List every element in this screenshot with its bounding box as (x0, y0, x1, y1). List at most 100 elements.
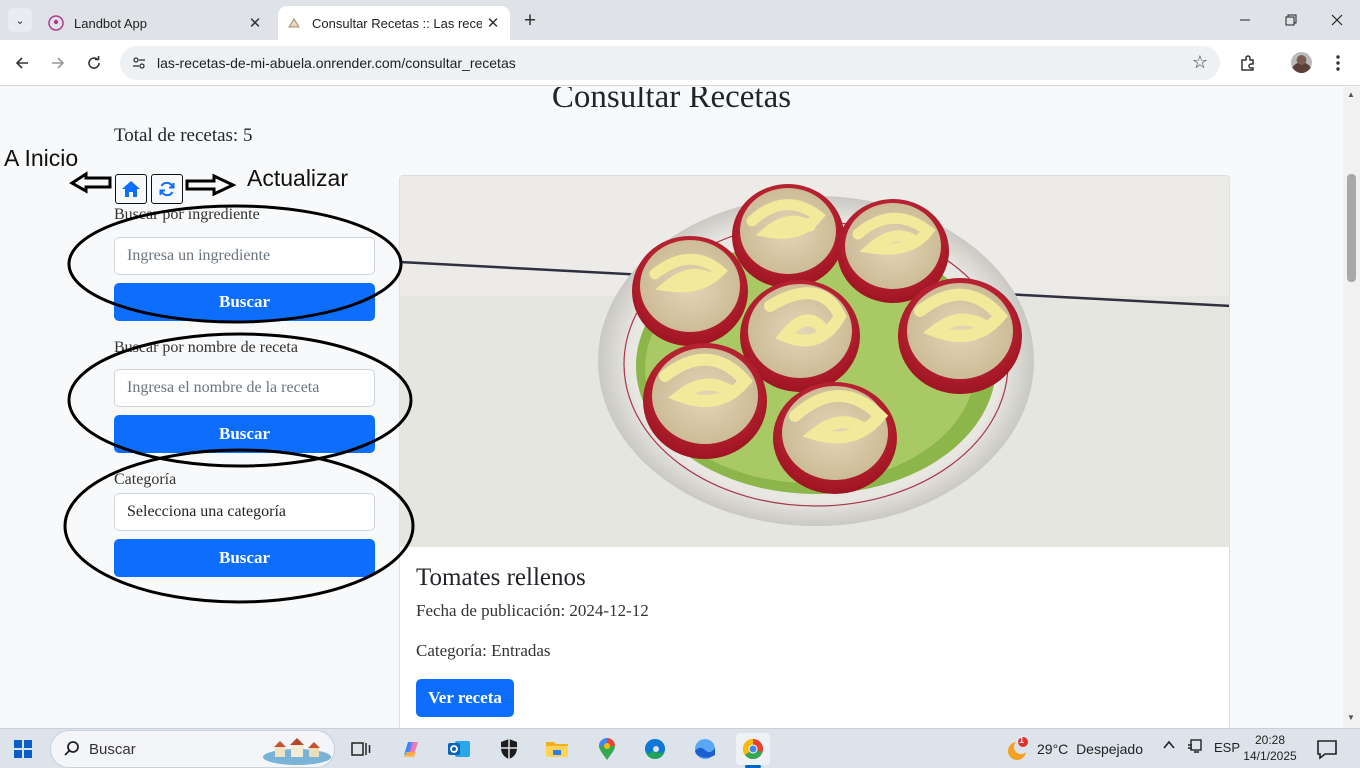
search-highlight-illustration (263, 738, 331, 765)
ingredient-search-input[interactable] (114, 237, 375, 275)
home-icon (122, 181, 140, 197)
task-view-icon (351, 742, 371, 756)
refresh-icon (159, 181, 175, 197)
bookmark-star-icon[interactable]: ☆ (1192, 52, 1208, 73)
browser-toolbar: las-recetas-de-mi-abuela.onrender.com/co… (0, 40, 1360, 86)
restore-icon (1285, 14, 1297, 26)
outlook-app[interactable] (442, 733, 476, 765)
chevron-down-icon: ⌄ (15, 14, 25, 27)
outlook-icon (448, 741, 470, 757)
tab-search-button[interactable]: ⌄ (8, 8, 32, 32)
view-recipe-button[interactable]: Ver receta (416, 679, 514, 717)
system-clock[interactable]: 20:28 14/1/2025 (1240, 732, 1300, 764)
arrow-left-icon (15, 57, 28, 69)
notifications-button[interactable] (1316, 738, 1338, 760)
recipe-category-label: Categoría: (416, 641, 487, 660)
map-pin-icon (599, 738, 615, 760)
recipe-date-value: 2024-12-12 (569, 601, 649, 620)
weather-widget[interactable]: 1 29°C Despejado (1004, 735, 1154, 762)
recipe-name-search-button[interactable]: Buscar (114, 415, 375, 453)
copilot-app[interactable] (394, 733, 428, 765)
restore-button[interactable] (1268, 0, 1314, 40)
tray-device-icon[interactable] (1187, 738, 1203, 757)
extensions-button[interactable] (1234, 49, 1262, 77)
close-icon[interactable]: ✕ (482, 12, 504, 34)
weather-temperature: 29°C Despejado (1037, 741, 1143, 757)
monitor-icon (1188, 739, 1202, 753)
file-explorer-app[interactable] (540, 733, 574, 765)
shield-icon (501, 739, 517, 759)
taskbar-search[interactable]: Buscar (50, 730, 335, 768)
reload-button[interactable] (80, 49, 108, 77)
home-button[interactable] (115, 174, 147, 204)
close-icon (1331, 14, 1343, 26)
weather-temp-value: 29°C (1037, 741, 1069, 757)
close-icon[interactable]: ✕ (244, 12, 266, 34)
plus-icon: + (523, 9, 537, 32)
ingredient-search-button[interactable]: Buscar (114, 283, 375, 321)
back-button[interactable] (8, 49, 36, 77)
recipe-category-value: Entradas (491, 641, 551, 660)
site-settings-icon[interactable] (130, 54, 148, 72)
tab-title: Consultar Recetas :: Las recetas (312, 15, 482, 31)
recipe-name-search-label: Buscar por nombre de receta (114, 339, 298, 356)
refresh-button[interactable] (151, 174, 183, 204)
clock-date: 14/1/2025 (1243, 749, 1297, 763)
scroll-thumb[interactable] (1347, 174, 1356, 282)
recipe-date: Fecha de publicación: 2024-12-12 (416, 601, 649, 621)
browser-menu-button[interactable] (1324, 49, 1352, 77)
chrome-icon (743, 739, 763, 759)
folder-icon (546, 742, 568, 757)
profile-avatar[interactable] (1291, 52, 1312, 73)
recipe-title: Tomates rellenos (416, 564, 586, 591)
annotation-arrow-left-icon (69, 171, 112, 194)
new-tab-button[interactable]: + (518, 9, 542, 33)
forward-button[interactable] (44, 49, 72, 77)
total-value: 5 (242, 125, 253, 146)
tray-expand-button[interactable] (1162, 738, 1176, 755)
total-recipes: Total de recetas: 5 (114, 125, 252, 147)
page-scrollbar[interactable]: ▲ ▼ (1343, 87, 1360, 728)
chrome-app[interactable] (736, 733, 770, 768)
minimize-button[interactable] (1222, 0, 1268, 40)
weather-moon-icon (1008, 737, 1028, 760)
search-icon (64, 741, 79, 756)
annotation-refresh-text: Actualizar (247, 165, 348, 191)
ingredient-search-label: Buscar por ingrediente (114, 206, 260, 223)
category-search-button[interactable]: Buscar (114, 539, 375, 577)
chat-bubble-icon (1317, 740, 1337, 760)
tab-landbot[interactable]: Landbot App ✕ (40, 6, 272, 40)
task-view-button[interactable] (344, 733, 378, 765)
recipe-date-label: Fecha de publicación: (416, 601, 566, 620)
scroll-up-icon[interactable]: ▲ (1347, 90, 1355, 99)
weather-description: Despejado (1076, 741, 1143, 757)
tab-consultar-recetas[interactable]: Consultar Recetas :: Las recetas ✕ (278, 6, 510, 40)
annotation-arrow-right-icon (185, 173, 237, 197)
address-bar[interactable]: las-recetas-de-mi-abuela.onrender.com/co… (120, 46, 1220, 80)
edge-icon (645, 739, 665, 759)
total-label: Total de recetas: (114, 125, 239, 146)
puzzle-icon (1241, 55, 1254, 71)
language-indicator[interactable]: ESP (1214, 740, 1240, 755)
copilot-icon (404, 742, 418, 757)
category-select[interactable]: Selecciona una categoría (114, 493, 375, 531)
recipe-name-search-input[interactable] (114, 369, 375, 407)
maps-app[interactable] (590, 733, 624, 765)
windows-taskbar: Buscar 1 29°C Despejado ESP 20:28 14/1/2… (0, 728, 1360, 768)
annotation-home-text: A Inicio (4, 145, 79, 171)
wave-icon (695, 739, 715, 759)
url-text[interactable]: las-recetas-de-mi-abuela.onrender.com/co… (157, 55, 516, 71)
tab-title: Landbot App (74, 15, 148, 31)
weather-app[interactable] (688, 733, 722, 765)
arrow-right-icon (52, 57, 65, 69)
edge-app[interactable] (638, 733, 672, 765)
windows-start-icon[interactable] (14, 740, 32, 758)
weather-badge: 1 (1019, 735, 1025, 745)
page-content: Consultar Recetas Total de recetas: 5 Bu… (0, 87, 1343, 728)
security-app[interactable] (492, 733, 526, 765)
scroll-down-icon[interactable]: ▼ (1347, 713, 1355, 722)
category-label: Categoría (114, 471, 177, 488)
recipe-photo (400, 176, 1229, 547)
close-window-button[interactable] (1314, 0, 1360, 40)
chevron-up-icon (1163, 740, 1175, 749)
